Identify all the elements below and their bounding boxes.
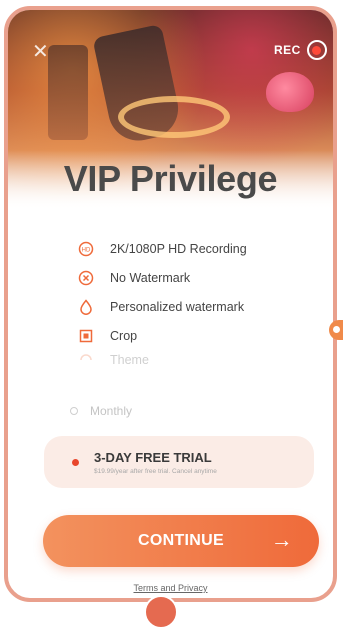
feature-list: HD 2K/1080P HD Recording No Watermark Pe… xyxy=(78,234,308,370)
radio-icon xyxy=(70,407,78,415)
trial-title: 3-DAY FREE TRIAL xyxy=(94,450,212,465)
crop-icon xyxy=(78,328,94,344)
continue-label: CONTINUE xyxy=(138,532,224,549)
feature-label: 2K/1080P HD Recording xyxy=(110,241,247,256)
continue-button[interactable]: CONTINUE → xyxy=(43,515,319,567)
hero-tower-shape xyxy=(48,45,88,140)
list-item: Crop xyxy=(78,321,308,350)
list-item: No Watermark xyxy=(78,263,308,292)
arrow-right-icon: → xyxy=(270,527,293,552)
no-watermark-icon xyxy=(78,270,94,286)
watermark-drop-icon xyxy=(78,298,94,315)
feature-label: Theme xyxy=(110,353,149,367)
list-item: HD 2K/1080P HD Recording xyxy=(78,234,308,263)
rec-label: REC xyxy=(274,43,301,57)
trial-subtitle: $19.99/year after free trial. Cancel any… xyxy=(94,468,217,475)
list-item: Personalized watermark xyxy=(78,292,308,321)
plan-monthly-label: Monthly xyxy=(90,404,133,418)
plan-option-monthly[interactable]: Monthly xyxy=(70,404,132,418)
page-title: VIP Privilege xyxy=(63,158,278,199)
hd-icon: HD xyxy=(78,241,94,257)
hero-bird-shape xyxy=(266,72,314,112)
record-icon xyxy=(306,40,327,60)
selected-radio-icon xyxy=(72,459,79,466)
rec-indicator: REC xyxy=(274,40,327,60)
list-item: Theme xyxy=(78,350,308,370)
plan-option-trial[interactable]: 3-DAY FREE TRIAL $19.99/year after free … xyxy=(44,436,314,488)
feature-label: Crop xyxy=(110,328,138,343)
terms-link[interactable]: Terms and Privacy xyxy=(8,583,333,593)
feature-label: Personalized watermark xyxy=(110,299,245,314)
feature-label: No Watermark xyxy=(110,270,191,285)
paywall-card: ✕ REC VIP Privilege HD 2K/1080P HD Recor… xyxy=(4,6,337,602)
close-icon[interactable]: ✕ xyxy=(32,42,49,62)
theme-icon xyxy=(78,352,94,368)
floating-badge xyxy=(144,595,178,629)
floating-record-handle[interactable] xyxy=(329,320,343,340)
svg-text:HD: HD xyxy=(82,247,91,253)
hero-ring-shape xyxy=(118,96,230,138)
